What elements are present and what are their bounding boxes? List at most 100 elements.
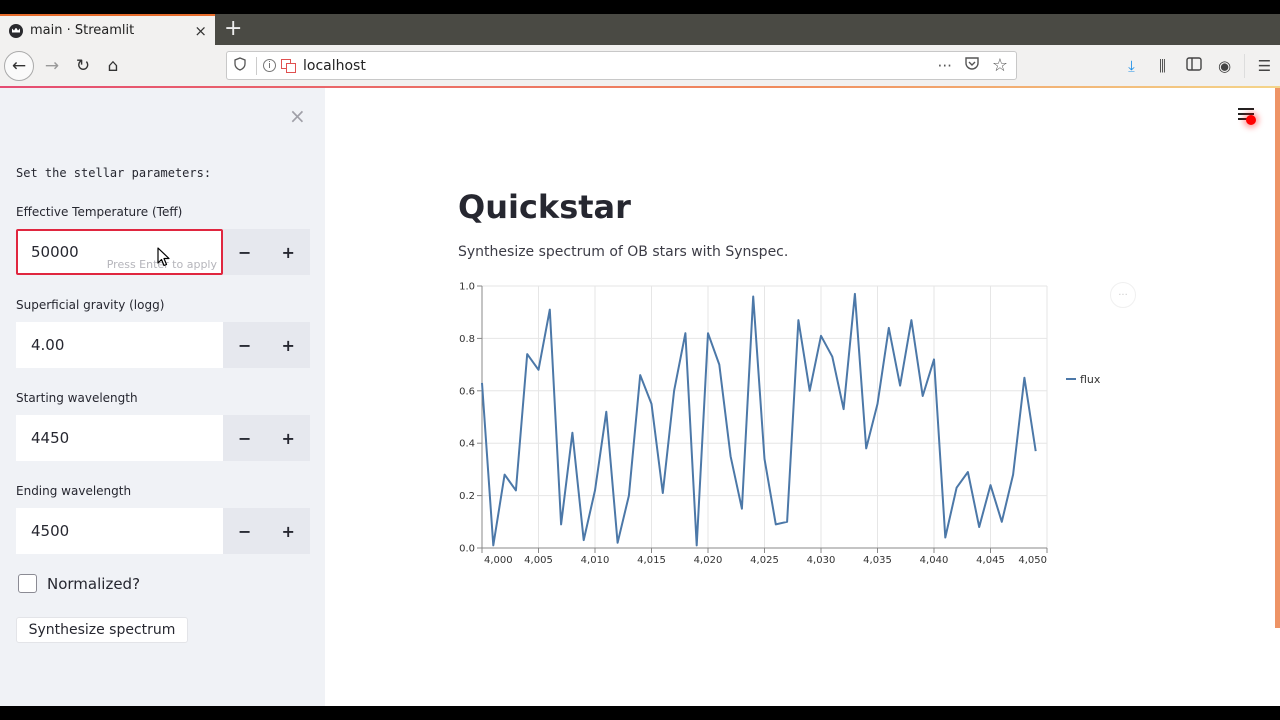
start-wavelength-field[interactable]: 4450 <box>16 415 223 461</box>
flux-data-point[interactable] <box>1034 450 1037 453</box>
flux-data-point[interactable] <box>1012 473 1015 476</box>
logg-decrement-button[interactable]: − <box>223 322 267 368</box>
flux-data-point[interactable] <box>673 389 676 392</box>
flux-data-point[interactable] <box>966 471 969 474</box>
url-text[interactable]: localhost <box>303 58 366 74</box>
page-actions-icon[interactable]: ··· <box>938 57 952 75</box>
download-icon[interactable]: ⤓ <box>1116 57 1147 75</box>
account-icon[interactable]: ◉ <box>1209 57 1240 75</box>
forward-button[interactable]: → <box>37 51 67 81</box>
flux-data-point[interactable] <box>514 489 517 492</box>
permissions-icon[interactable] <box>281 59 296 73</box>
teff-decrement-button[interactable]: − <box>223 229 267 275</box>
new-tab-button[interactable]: + <box>224 16 242 41</box>
flux-data-point[interactable] <box>594 489 597 492</box>
flux-data-point[interactable] <box>718 363 721 366</box>
flux-data-point[interactable] <box>740 507 743 510</box>
x-tick-label: 4,005 <box>524 555 553 566</box>
flux-data-point[interactable] <box>910 319 913 322</box>
logg-field[interactable]: 4.00 <box>16 322 223 368</box>
chart-actions-menu-button[interactable]: ··· <box>1110 282 1136 308</box>
os-top-bar <box>0 0 1280 14</box>
normalized-checkbox-row[interactable]: Normalized? <box>18 574 140 593</box>
start-wavelength-decrement-button[interactable]: − <box>223 415 267 461</box>
teff-field[interactable]: 50000 Press Enter to apply <box>16 229 223 275</box>
site-info-icon[interactable]: i <box>263 59 276 72</box>
flux-data-point[interactable] <box>503 473 506 476</box>
flux-data-point[interactable] <box>650 402 653 405</box>
url-bar[interactable]: i localhost ··· ☆ <box>226 51 1017 80</box>
flux-data-point[interactable] <box>526 353 529 356</box>
flux-data-point[interactable] <box>582 539 585 542</box>
flux-data-point[interactable] <box>978 526 981 529</box>
flux-data-point[interactable] <box>887 326 890 329</box>
sidebar-toggle-icon[interactable] <box>1178 56 1209 75</box>
flux-line-chart[interactable]: 4,000 4,005 4,010 4,015 4,020 4,025 4,030 4,035… <box>440 273 1120 573</box>
flux-data-point[interactable] <box>695 544 698 547</box>
flux-data-point[interactable] <box>1000 520 1003 523</box>
normalized-checkbox[interactable] <box>18 574 37 593</box>
flux-data-point[interactable] <box>639 374 642 377</box>
pocket-icon[interactable] <box>964 56 980 75</box>
synthesize-spectrum-button[interactable]: Synthesize spectrum <box>16 617 188 643</box>
back-button[interactable]: ← <box>4 51 34 81</box>
y-tick-label: 0.6 <box>459 386 475 397</box>
flux-data-point[interactable] <box>560 523 563 526</box>
scrollbar[interactable] <box>1275 88 1280 628</box>
tracking-shield-icon[interactable] <box>234 57 248 74</box>
flux-data-point[interactable] <box>933 358 936 361</box>
home-button[interactable]: ⌂ <box>98 51 128 81</box>
logg-increment-button[interactable]: + <box>267 322 311 368</box>
flux-data-point[interactable] <box>571 431 574 434</box>
end-wavelength-increment-button[interactable]: + <box>267 508 311 554</box>
flux-data-point[interactable] <box>876 402 879 405</box>
flux-data-point[interactable] <box>684 332 687 335</box>
flux-data-point[interactable] <box>853 292 856 295</box>
y-tick-label: 0.2 <box>459 491 475 502</box>
flux-data-point[interactable] <box>808 389 811 392</box>
reload-button[interactable]: ↻ <box>68 51 98 81</box>
end-wavelength-decrement-button[interactable]: − <box>223 508 267 554</box>
flux-data-point[interactable] <box>921 395 924 398</box>
flux-data-point[interactable] <box>1023 376 1026 379</box>
flux-data-point[interactable] <box>797 319 800 322</box>
bookmark-star-icon[interactable]: ☆ <box>992 55 1008 76</box>
flux-data-point[interactable] <box>955 486 958 489</box>
flux-data-point[interactable] <box>989 484 992 487</box>
flux-data-point[interactable] <box>616 541 619 544</box>
flux-data-point[interactable] <box>492 544 495 547</box>
flux-data-point[interactable] <box>481 381 484 384</box>
end-wavelength-field[interactable]: 4500 <box>16 508 223 554</box>
y-tick-label: 0.0 <box>459 544 475 555</box>
streamlit-page: × Set the stellar parameters: Effective … <box>0 88 1280 706</box>
flux-data-point[interactable] <box>661 491 664 494</box>
flux-data-point[interactable] <box>820 334 823 337</box>
flux-data-point[interactable] <box>729 455 732 458</box>
flux-data-point[interactable] <box>865 447 868 450</box>
flux-data-point[interactable] <box>831 355 834 358</box>
library-icon[interactable]: ⫼ <box>1147 57 1178 75</box>
app-menu-icon[interactable]: ☰ <box>1249 57 1280 75</box>
logg-value: 4.00 <box>31 336 65 354</box>
flux-data-point[interactable] <box>627 494 630 497</box>
flux-series-line <box>481 292 1037 547</box>
flux-data-point[interactable] <box>548 308 551 311</box>
flux-data-point[interactable] <box>786 520 789 523</box>
flux-data-point[interactable] <box>944 536 947 539</box>
mouse-cursor-icon <box>157 247 170 267</box>
flux-data-point[interactable] <box>899 384 902 387</box>
end-wavelength-input: 4500 − + <box>16 508 310 554</box>
flux-data-point[interactable] <box>537 368 540 371</box>
flux-data-point[interactable] <box>763 457 766 460</box>
close-sidebar-icon[interactable]: × <box>289 104 306 128</box>
start-wavelength-increment-button[interactable]: + <box>267 415 311 461</box>
flux-data-point[interactable] <box>707 332 710 335</box>
flux-data-point[interactable] <box>605 410 608 413</box>
flux-data-point[interactable] <box>774 523 777 526</box>
tab-close-icon[interactable]: × <box>194 22 207 40</box>
flux-data-point[interactable] <box>752 295 755 298</box>
browser-tab[interactable]: main · Streamlit × <box>0 14 215 45</box>
y-tick-labels: 0.0 0.2 0.4 0.6 0.8 1.0 <box>459 282 475 555</box>
flux-data-point[interactable] <box>842 408 845 411</box>
teff-increment-button[interactable]: + <box>267 229 311 275</box>
